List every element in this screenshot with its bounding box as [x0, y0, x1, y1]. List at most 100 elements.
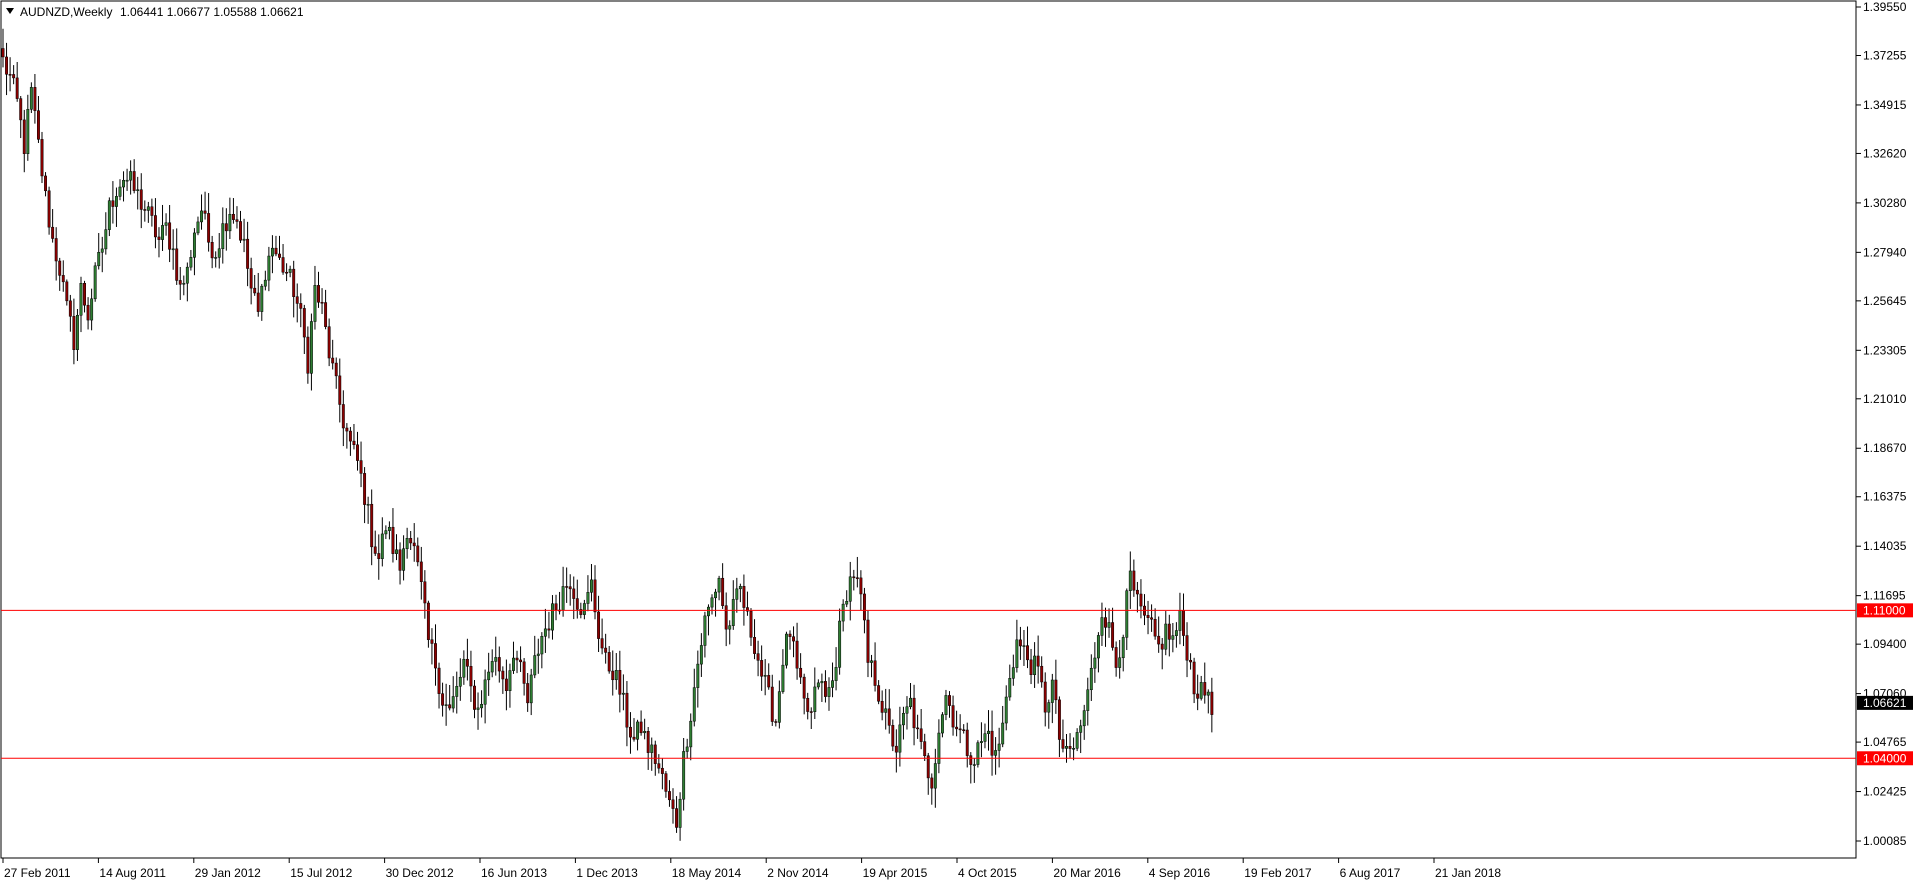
- candle-body: [565, 586, 569, 588]
- candle: [707, 604, 710, 636]
- y-tick-label: 1.04765: [1863, 735, 1907, 749]
- candle: [125, 168, 129, 191]
- candle: [561, 566, 565, 617]
- candle: [146, 201, 150, 223]
- candle-body: [944, 695, 948, 715]
- candle-body: [738, 586, 742, 590]
- candle-body: [547, 628, 551, 631]
- candle: [529, 668, 533, 716]
- candle-body: [338, 375, 342, 405]
- candle-body: [884, 708, 888, 713]
- candle: [753, 619, 756, 660]
- candle-body: [816, 682, 820, 688]
- candle: [770, 674, 774, 726]
- candle-body: [692, 687, 696, 722]
- candle-body: [866, 619, 870, 663]
- candle: [317, 271, 320, 308]
- candle: [948, 691, 951, 718]
- x-tick-label: 15 Jul 2012: [290, 866, 352, 880]
- candle-body: [756, 653, 760, 661]
- candle-body: [196, 221, 200, 234]
- candle-body: [83, 283, 86, 306]
- candle-body: [15, 77, 19, 99]
- candle-body: [724, 605, 728, 630]
- candle: [1001, 705, 1005, 748]
- candle-body: [189, 257, 193, 268]
- candle-body: [33, 87, 37, 111]
- candle: [979, 722, 983, 758]
- candle: [724, 592, 728, 647]
- candle: [228, 197, 232, 240]
- candle: [182, 275, 186, 296]
- plot-frame: [0, 0, 1857, 859]
- candle: [1206, 689, 1210, 714]
- candle: [575, 579, 579, 619]
- candle-body: [380, 533, 384, 559]
- candle-body: [1022, 645, 1026, 647]
- candle-body: [1167, 623, 1171, 640]
- candle: [880, 690, 884, 721]
- candle: [689, 713, 693, 761]
- candle-body: [512, 657, 515, 671]
- candle-body: [61, 275, 65, 283]
- candle: [816, 679, 820, 690]
- candle-body: [334, 362, 338, 377]
- candle-body: [1203, 682, 1207, 696]
- candle: [122, 171, 125, 202]
- candle: [1210, 677, 1214, 733]
- candle: [859, 570, 863, 611]
- candle-body: [224, 223, 228, 232]
- candle-body: [951, 705, 955, 728]
- candle-body: [923, 741, 927, 757]
- candle: [1157, 616, 1161, 653]
- candle: [203, 191, 207, 220]
- y-tick-label: 1.18670: [1863, 441, 1907, 455]
- candle: [675, 796, 678, 833]
- candle-body: [430, 639, 434, 644]
- candle: [263, 270, 267, 291]
- candle: [625, 681, 629, 747]
- candle-body: [1029, 659, 1033, 675]
- candle-body: [1135, 589, 1139, 595]
- candle: [139, 173, 143, 229]
- y-tick-label: 1.37255: [1863, 48, 1907, 62]
- candle-body: [1196, 693, 1200, 699]
- candle-body: [1210, 691, 1214, 715]
- candle: [1128, 551, 1132, 609]
- candle: [430, 628, 434, 665]
- triangle-down-icon[interactable]: [6, 8, 14, 14]
- candle: [1011, 654, 1015, 686]
- x-tick-label: 30 Dec 2012: [386, 866, 454, 880]
- y-tick-label: 1.23305: [1863, 343, 1907, 357]
- candle-body: [366, 503, 370, 506]
- candle-body: [93, 265, 97, 300]
- candle-body: [703, 615, 707, 646]
- candle: [760, 645, 764, 691]
- candle: [22, 109, 26, 173]
- candle-body: [458, 676, 462, 687]
- candle: [448, 685, 452, 711]
- candle: [508, 663, 512, 708]
- candle: [231, 198, 235, 224]
- candle: [767, 663, 771, 690]
- candle: [692, 668, 696, 727]
- candle: [519, 646, 523, 672]
- chart-header[interactable]: AUDNZD,Weekly 1.06441 1.06677 1.05588 1.…: [6, 5, 304, 19]
- candle-body: [600, 638, 604, 649]
- candle-body: [955, 726, 959, 730]
- candle-body: [473, 685, 476, 710]
- candle: [260, 283, 264, 321]
- candle-body: [86, 304, 90, 321]
- candle: [799, 653, 803, 684]
- candle-body: [799, 667, 803, 678]
- candle-body: [721, 577, 725, 606]
- candle: [118, 179, 122, 201]
- candle: [852, 569, 856, 591]
- candle: [377, 534, 381, 580]
- candle: [629, 712, 632, 754]
- candle-body: [997, 743, 1001, 751]
- candle-body: [707, 606, 710, 617]
- candle-body: [58, 260, 62, 276]
- candle-body: [820, 681, 824, 684]
- candle-body: [972, 764, 976, 766]
